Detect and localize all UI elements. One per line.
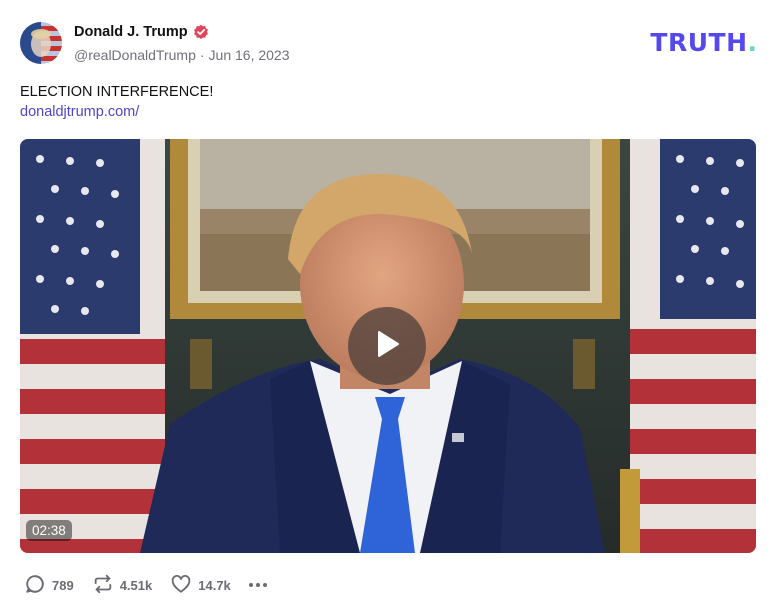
like-count: 14.7k	[198, 577, 231, 593]
logo-text: TRUTH	[650, 27, 748, 57]
retruth-button[interactable]: 4.51k	[92, 573, 153, 598]
post-link[interactable]: donaldjtrump.com/	[20, 104, 139, 120]
truth-logo[interactable]: TRUTH.	[650, 27, 758, 57]
handle[interactable]: @realDonaldTrump	[74, 47, 196, 63]
display-name[interactable]: Donald J. Trump	[74, 24, 188, 40]
more-options-icon[interactable]	[248, 583, 267, 587]
like-button[interactable]: 14.7k	[170, 573, 231, 598]
retruth-icon	[92, 573, 114, 598]
video-duration: 02:38	[26, 520, 72, 541]
play-icon	[370, 327, 404, 366]
reply-button[interactable]: 789	[24, 573, 74, 598]
video-player[interactable]: 02:38	[20, 139, 756, 553]
heart-icon	[170, 573, 192, 598]
verified-badge-icon	[193, 24, 209, 40]
meta-separator: ·	[199, 47, 205, 63]
post-date[interactable]: Jun 16, 2023	[209, 47, 290, 63]
avatar[interactable]	[20, 22, 62, 64]
post-text: ELECTION INTERFERENCE!	[20, 84, 214, 100]
reply-count: 789	[52, 577, 74, 593]
reply-icon	[24, 573, 46, 598]
post-header: Donald J. Trump @realDonaldTrump · Jun 1…	[20, 20, 757, 66]
retruth-count: 4.51k	[119, 577, 153, 593]
post-actions: 789 4.51k 14.7k	[24, 573, 267, 597]
logo-dot: .	[747, 27, 758, 57]
play-button[interactable]	[348, 307, 426, 385]
